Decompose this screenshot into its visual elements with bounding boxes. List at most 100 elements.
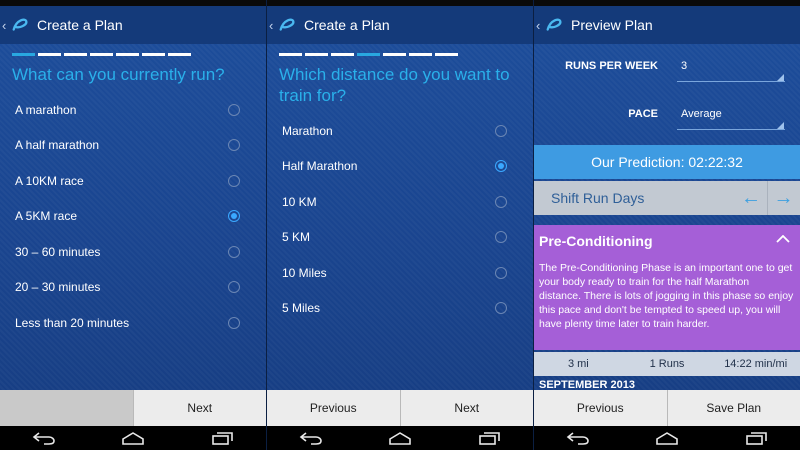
question-heading: What can you currently run? xyxy=(12,65,225,84)
home-icon[interactable] xyxy=(387,431,413,445)
pace-stat: 14:22 min/mi xyxy=(724,358,788,370)
action-bar: ‹ Preview Plan xyxy=(534,6,800,44)
radio-button[interactable] xyxy=(495,231,507,243)
option-a-5km-race[interactable]: A 5KM race xyxy=(15,204,240,228)
option-label: 10 Miles xyxy=(282,266,327,280)
option-label: A 10KM race xyxy=(15,174,84,188)
option-20-30-minutes[interactable]: 20 – 30 minutes xyxy=(15,275,240,299)
save-plan-button[interactable]: Save Plan xyxy=(666,390,800,426)
action-bar: ‹ Create a Plan xyxy=(0,6,266,44)
back-chevron-icon[interactable]: ‹ xyxy=(269,18,277,33)
home-icon[interactable] xyxy=(654,431,680,445)
recent-apps-icon[interactable] xyxy=(476,431,502,445)
chevron-up-icon[interactable] xyxy=(776,235,790,243)
progress-step-5 xyxy=(383,53,406,56)
dropdown-corner-icon[interactable] xyxy=(777,74,784,81)
runs-per-week-label: RUNS PER WEEK xyxy=(565,60,658,72)
back-icon[interactable] xyxy=(565,431,591,445)
progress-step-2 xyxy=(38,53,61,56)
progress-step-6 xyxy=(142,53,165,56)
option-label: A half marathon xyxy=(15,138,100,152)
runs-per-week-spinner[interactable]: 3 xyxy=(681,60,687,72)
step-progress xyxy=(12,53,191,56)
pace-label: PACE xyxy=(628,108,658,120)
option-less-than-20-minutes[interactable]: Less than 20 minutes xyxy=(15,311,240,335)
button-bar: Previous Save Plan xyxy=(534,390,800,426)
radio-button[interactable] xyxy=(228,139,240,151)
option-label: 5 Miles xyxy=(282,301,321,315)
screen-title: Create a Plan xyxy=(37,17,123,33)
progress-step-5 xyxy=(116,53,139,56)
screen-title: Create a Plan xyxy=(304,17,390,33)
option-half-marathon[interactable]: Half Marathon xyxy=(282,154,507,178)
radio-button[interactable] xyxy=(228,317,240,329)
radio-button-selected[interactable] xyxy=(228,210,240,222)
radio-button[interactable] xyxy=(495,302,507,314)
radio-button[interactable] xyxy=(495,125,507,137)
app-logo-icon[interactable] xyxy=(545,16,563,34)
back-chevron-icon[interactable]: ‹ xyxy=(2,18,10,33)
progress-step-7 xyxy=(435,53,458,56)
previous-button[interactable]: Previous xyxy=(534,390,667,426)
radio-button[interactable] xyxy=(495,267,507,279)
dropdown-corner-icon[interactable] xyxy=(777,122,784,129)
week-stats-row: 3 mi 1 Runs 14:22 min/mi xyxy=(534,352,800,376)
back-icon[interactable] xyxy=(31,431,57,445)
radio-button[interactable] xyxy=(228,246,240,258)
month-header: SEPTEMBER 2013 xyxy=(539,379,635,390)
option-a-10km-race[interactable]: A 10KM race xyxy=(15,169,240,193)
action-bar: ‹ Create a Plan xyxy=(267,6,533,44)
option-30-60-minutes[interactable]: 30 – 60 minutes xyxy=(15,240,240,264)
recent-apps-icon[interactable] xyxy=(209,431,235,445)
progress-step-1 xyxy=(12,53,35,56)
progress-step-4 xyxy=(357,53,380,56)
spinner-underline xyxy=(677,129,785,130)
next-button[interactable]: Next xyxy=(399,390,533,426)
create-plan-distance-screen: ‹ Create a Plan Which distance do you wa… xyxy=(267,0,533,450)
progress-step-4 xyxy=(90,53,113,56)
option-a-half-marathon[interactable]: A half marathon xyxy=(15,133,240,157)
option-label: 30 – 60 minutes xyxy=(15,245,101,259)
previous-button[interactable]: Previous xyxy=(267,390,400,426)
radio-button[interactable] xyxy=(228,281,240,293)
option-10-km[interactable]: 10 KM xyxy=(282,190,507,214)
phase-card[interactable]: Pre-Conditioning The Pre-Conditioning Ph… xyxy=(534,225,800,350)
option-label: A marathon xyxy=(15,103,77,117)
pace-spinner[interactable]: Average xyxy=(681,108,722,120)
radio-button[interactable] xyxy=(228,175,240,187)
screen-title: Preview Plan xyxy=(571,17,653,33)
progress-step-6 xyxy=(409,53,432,56)
question-heading: Which distance do you want to train for? xyxy=(279,65,510,105)
app-logo-icon[interactable] xyxy=(278,16,296,34)
system-nav-bar xyxy=(534,426,800,450)
option-10-miles[interactable]: 10 Miles xyxy=(282,261,507,285)
next-button[interactable]: Next xyxy=(132,390,266,426)
radio-button-selected[interactable] xyxy=(495,160,507,172)
recent-apps-icon[interactable] xyxy=(743,431,769,445)
option-5-km[interactable]: 5 KM xyxy=(282,225,507,249)
app-logo-icon[interactable] xyxy=(11,16,29,34)
back-icon[interactable] xyxy=(298,431,324,445)
back-chevron-icon[interactable]: ‹ xyxy=(536,18,544,33)
spinner-underline xyxy=(677,81,785,82)
runs-per-week-row: RUNS PER WEEK 3 xyxy=(534,52,800,82)
shift-run-days-bar: Shift Run Days ← → xyxy=(534,181,800,215)
radio-button[interactable] xyxy=(495,196,507,208)
option-5-miles[interactable]: 5 Miles xyxy=(282,296,507,320)
home-icon[interactable] xyxy=(120,431,146,445)
progress-step-3 xyxy=(331,53,354,56)
progress-step-7 xyxy=(168,53,191,56)
button-bar: Previous Next xyxy=(267,390,533,426)
shift-run-days-label: Shift Run Days xyxy=(551,190,645,206)
option-label: Less than 20 minutes xyxy=(15,316,130,330)
empty-button-slot xyxy=(0,390,133,426)
option-a-marathon[interactable]: A marathon xyxy=(15,98,240,122)
option-marathon[interactable]: Marathon xyxy=(282,119,507,143)
shift-right-arrow-icon[interactable]: → xyxy=(767,181,799,215)
prediction-banner: Our Prediction: 02:22:32 xyxy=(534,145,800,179)
radio-button[interactable] xyxy=(228,104,240,116)
option-label: 5 KM xyxy=(282,230,311,244)
preview-plan-screen: ‹ Preview Plan RUNS PER WEEK 3 PACE Aver… xyxy=(534,0,800,450)
option-label: Half Marathon xyxy=(282,159,358,173)
shift-left-arrow-icon[interactable]: ← xyxy=(735,181,767,215)
